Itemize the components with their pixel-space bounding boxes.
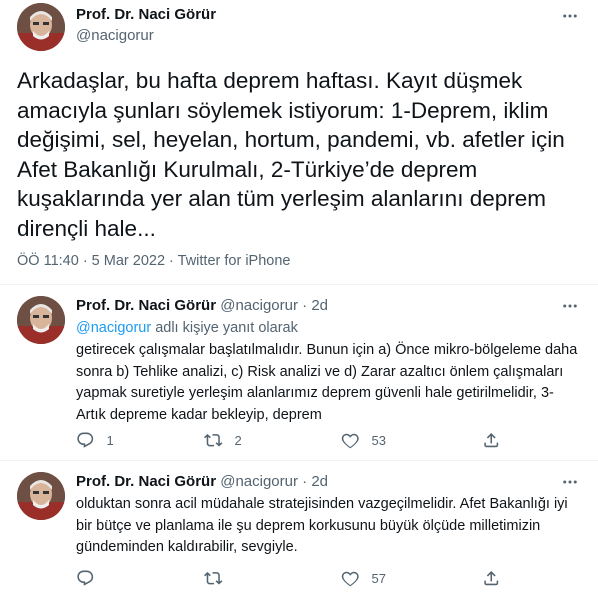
like-button[interactable]: 57 (341, 568, 386, 588)
retweet-icon (204, 571, 223, 585)
action-bar: 1 2 53 (76, 430, 516, 450)
retweet-count: 2 (234, 432, 242, 448)
like-icon (341, 433, 359, 449)
more-icon[interactable] (560, 472, 580, 492)
reply-time[interactable]: 2d (311, 297, 328, 314)
author-name[interactable]: Prof. Dr. Naci Görür (76, 473, 216, 490)
reply-text: getirecek çalışmalar başlatılmalıdır. Bu… (76, 342, 578, 423)
tweet-text: Arkadaşlar, bu hafta deprem haftası. Kay… (17, 68, 565, 241)
like-button[interactable]: 53 (341, 430, 386, 450)
action-bar: 57 (76, 568, 516, 588)
reply-icon (77, 570, 94, 586)
replying-suffix: adlı kişiye yanıt olarak (151, 320, 298, 336)
author-handle[interactable]: @nacigorur (220, 297, 298, 314)
reply-button[interactable] (76, 568, 107, 588)
reply-time[interactable]: 2d (311, 473, 328, 490)
like-count: 53 (371, 432, 386, 448)
separator-dot: · (302, 473, 308, 490)
tweet-timestamp[interactable]: ÖÖ 11:40 · 5 Mar 2022 · Twitter for iPho… (17, 251, 290, 271)
share-icon (484, 432, 499, 447)
reply-header: Prof. Dr. Naci Görür @nacigorur · 2d (76, 472, 328, 492)
reply-icon (77, 432, 94, 448)
avatar[interactable] (17, 472, 65, 520)
retweet-button[interactable] (204, 568, 235, 588)
author-handle[interactable]: @nacigorur (220, 473, 298, 490)
avatar[interactable] (17, 296, 65, 344)
more-icon[interactable] (560, 6, 580, 26)
more-icon[interactable] (560, 296, 580, 316)
reply-button[interactable]: 1 (76, 430, 114, 450)
mention-link[interactable]: @nacigorur (76, 320, 151, 336)
share-button[interactable] (482, 568, 501, 588)
author-handle[interactable]: @nacigorur (76, 26, 154, 46)
reply-text: olduktan sonra acil müdahale stratejisin… (76, 496, 568, 555)
like-icon (341, 571, 359, 587)
retweet-button[interactable]: 2 (204, 430, 242, 450)
author-name[interactable]: Prof. Dr. Naci Görür (76, 5, 216, 25)
share-icon (484, 570, 499, 585)
reply-count: 1 (106, 432, 114, 448)
replying-to: @nacigorur adlı kişiye yanıt olarak (76, 318, 298, 338)
reply-tweet[interactable]: Prof. Dr. Naci Görür @nacigorur · 2d old… (0, 462, 598, 594)
avatar[interactable] (17, 3, 65, 51)
share-button[interactable] (482, 430, 501, 450)
author-name[interactable]: Prof. Dr. Naci Görür (76, 297, 216, 314)
like-count: 57 (371, 570, 386, 586)
reply-header: Prof. Dr. Naci Görür @nacigorur · 2d (76, 296, 328, 316)
separator-dot: · (302, 297, 308, 314)
retweet-icon (204, 433, 223, 447)
main-tweet: Prof. Dr. Naci Görür @nacigorur Arkadaşl… (0, 0, 598, 285)
reply-tweet[interactable]: Prof. Dr. Naci Görür @nacigorur · 2d @na… (0, 286, 598, 461)
